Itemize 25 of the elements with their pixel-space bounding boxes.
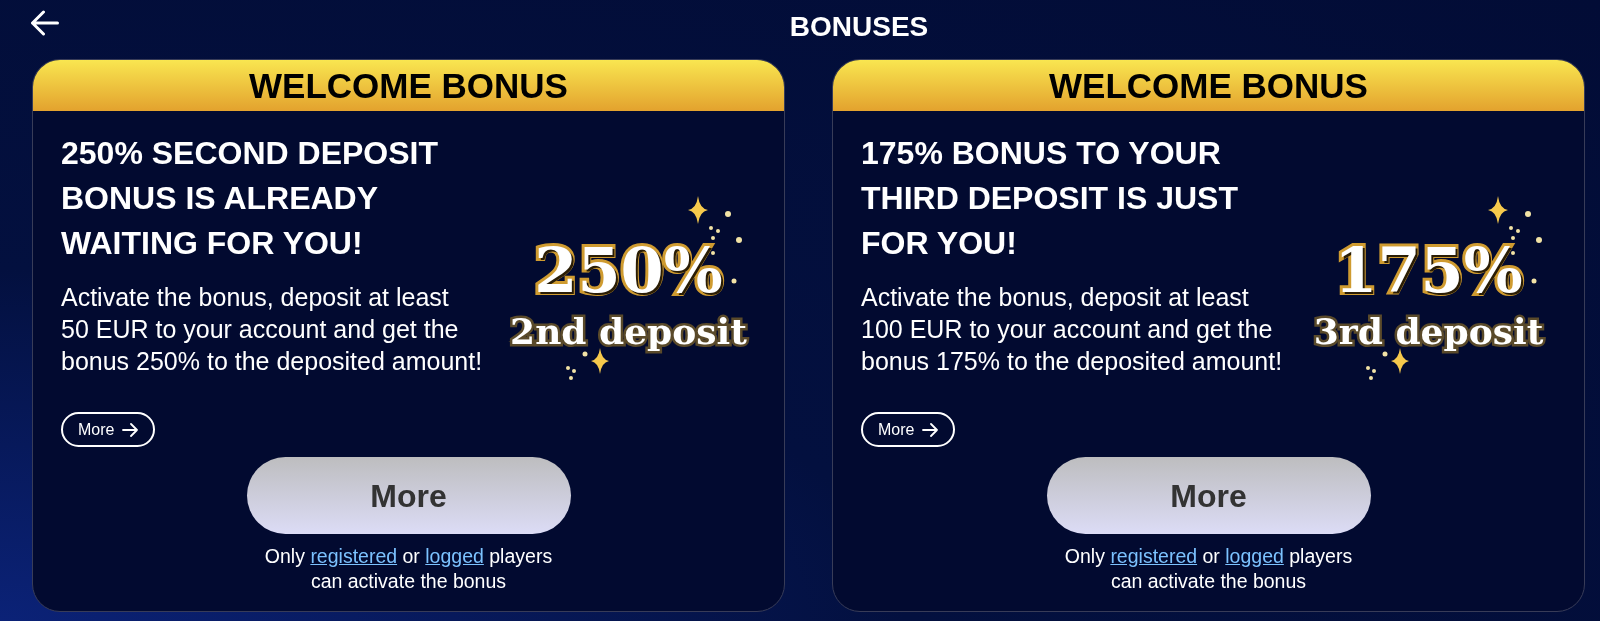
text-link[interactable]: registered [1110,545,1198,567]
arrow-right-icon [922,422,939,437]
text-link[interactable]: registered [310,545,398,567]
text-link[interactable]: logged [1225,545,1284,567]
more-button[interactable]: More [246,457,571,534]
bonus-headline: 175% BONUS TO YOUR THIRD DEPOSIT IS JUST FOR YOU! [861,134,1239,263]
bonus-percent: 250% [534,240,723,302]
arrow-right-icon [122,422,139,437]
deposit-label: 3rd deposit [1313,313,1544,349]
deposit-label: 2nd deposit [510,313,747,349]
text-link[interactable]: logged [425,545,484,567]
bonus-description: Activate the bonus, deposit at least 50 EUR to your account and get the bonus 250% to the deposited amount! [61,281,484,377]
page-title: BONUSES [789,11,929,42]
bonus-percent: 175% [1334,240,1523,302]
bonus-headline: 250% SECOND DEPOSIT BONUS IS ALREADY WAITING FOR YOU! [61,134,439,263]
ribbon-title: WELCOME BONUS [1049,68,1368,103]
activation-notice: Only registered or logged players can activate the bonus [1063,544,1354,594]
activation-notice: Only registered or logged players can activate the bonus [263,544,554,594]
bonus-description: Activate the bonus, deposit at least 100 EUR to your account and get the bonus 175% to the deposited amount! [861,281,1284,377]
ribbon-title: WELCOME BONUS [249,68,568,103]
more-link-button[interactable]: More [861,412,956,447]
arrow-left-icon [31,10,59,36]
back-button[interactable] [31,10,59,36]
more-button[interactable]: More [1046,457,1371,534]
more-link-button[interactable]: More [61,412,156,447]
